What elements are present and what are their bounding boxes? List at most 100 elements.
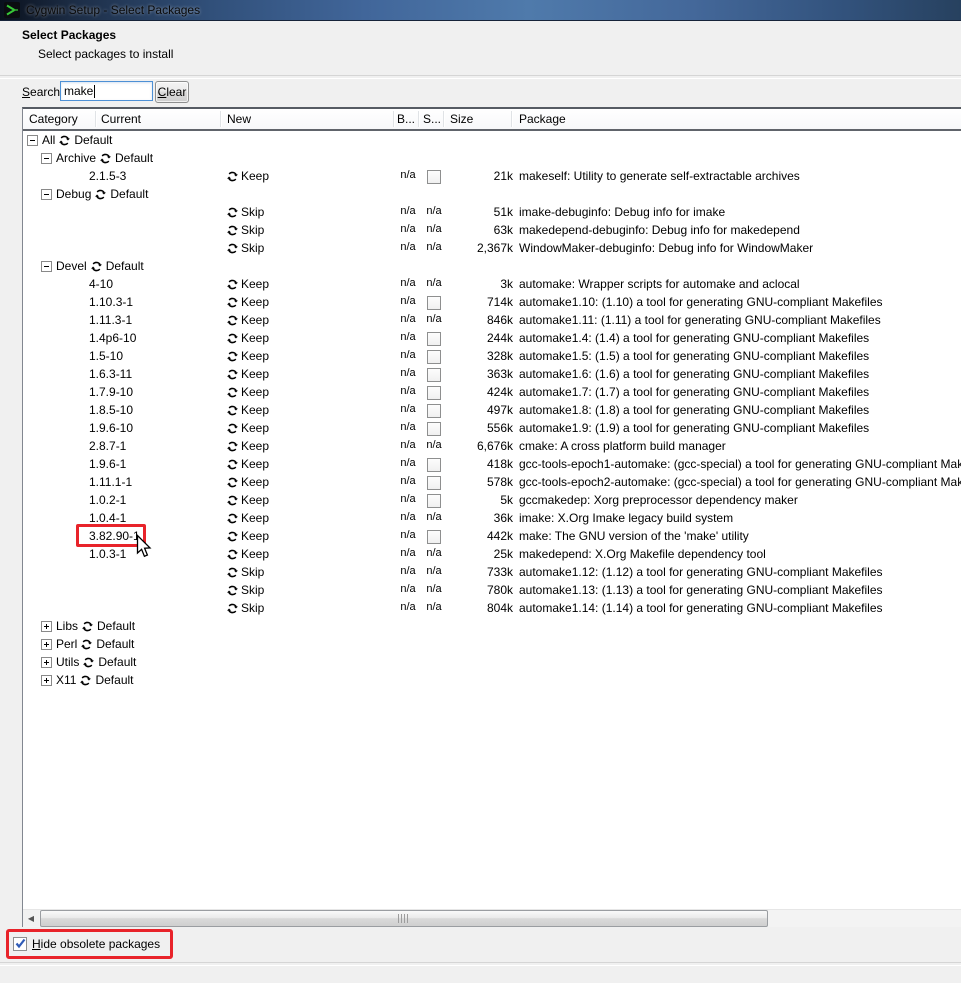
column-header-current[interactable]: Current bbox=[101, 112, 141, 126]
category-action-state[interactable]: Default bbox=[98, 655, 136, 669]
category-row[interactable]: Archive Default bbox=[23, 149, 961, 167]
new-action-cell[interactable]: Keep bbox=[227, 313, 269, 327]
package-row[interactable]: 1.0.4-1 Keep n/a n/a 36k imake: X.Org Im… bbox=[23, 509, 961, 527]
clear-button[interactable]: Clear bbox=[155, 81, 189, 103]
category-row[interactable]: All Default bbox=[23, 131, 961, 149]
spinner-cycle-icon[interactable] bbox=[82, 621, 94, 632]
package-row[interactable]: 1.5-10 Keep n/a 328k automake1.5: (1.5) … bbox=[23, 347, 961, 365]
source-checkbox[interactable] bbox=[427, 404, 441, 418]
hide-obsolete-label[interactable]: Hide obsolete packages bbox=[32, 937, 160, 951]
package-row[interactable]: Skip n/a n/a 51k imake-debuginfo: Debug … bbox=[23, 203, 961, 221]
package-row[interactable]: 1.0.3-1 Keep n/a n/a 25k makedepend: X.O… bbox=[23, 545, 961, 563]
package-row[interactable]: 2.1.5-3 Keep n/a 21k makeself: Utility t… bbox=[23, 167, 961, 185]
package-row[interactable]: 1.6.3-11 Keep n/a 363k automake1.6: (1.6… bbox=[23, 365, 961, 383]
column-header-b[interactable]: B... bbox=[397, 112, 415, 126]
tree-expander-icon[interactable] bbox=[41, 620, 52, 632]
tree-expander-icon[interactable] bbox=[41, 152, 52, 164]
package-row[interactable]: Skip n/a n/a 804k automake1.14: (1.14) a… bbox=[23, 599, 961, 617]
source-checkbox[interactable] bbox=[427, 476, 441, 490]
package-row[interactable]: 1.9.6-10 Keep n/a 556k automake1.9: (1.9… bbox=[23, 419, 961, 437]
category-action-state[interactable]: Default bbox=[110, 187, 148, 201]
package-row[interactable]: 1.11.3-1 Keep n/a n/a 846k automake1.11:… bbox=[23, 311, 961, 329]
category-row[interactable]: Debug Default bbox=[23, 185, 961, 203]
tree-expander-icon[interactable] bbox=[41, 674, 52, 686]
source-checkbox[interactable] bbox=[427, 332, 441, 346]
tree-expander-icon[interactable] bbox=[41, 656, 52, 668]
tree-expander-icon[interactable] bbox=[27, 134, 38, 146]
new-action-cell[interactable]: Skip bbox=[227, 583, 264, 597]
column-header-size[interactable]: Size bbox=[450, 112, 473, 126]
hide-obsolete-checkbox[interactable] bbox=[13, 937, 27, 951]
package-row[interactable]: 1.11.1-1 Keep n/a 578k gcc-tools-epoch2-… bbox=[23, 473, 961, 491]
titlebar[interactable]: Cygwin Setup - Select Packages bbox=[0, 0, 961, 21]
package-row[interactable]: Skip n/a n/a 780k automake1.13: (1.13) a… bbox=[23, 581, 961, 599]
new-action-cell[interactable]: Skip bbox=[227, 241, 264, 255]
column-header-package[interactable]: Package bbox=[519, 112, 566, 126]
package-row[interactable]: 1.4p6-10 Keep n/a 244k automake1.4: (1.4… bbox=[23, 329, 961, 347]
category-row[interactable]: Devel Default bbox=[23, 257, 961, 275]
category-action-state[interactable]: Default bbox=[74, 133, 112, 147]
package-row[interactable]: 4-10 Keep n/a n/a 3k automake: Wrapper s… bbox=[23, 275, 961, 293]
new-action-cell[interactable]: Keep bbox=[227, 331, 269, 345]
new-action-cell[interactable]: Keep bbox=[227, 421, 269, 435]
spinner-cycle-icon[interactable] bbox=[90, 261, 102, 272]
category-action-state[interactable]: Default bbox=[106, 259, 144, 273]
column-header-s[interactable]: S... bbox=[423, 112, 441, 126]
tree-expander-icon[interactable] bbox=[41, 260, 52, 272]
new-action-cell[interactable]: Keep bbox=[227, 277, 269, 291]
spinner-cycle-icon[interactable] bbox=[80, 675, 92, 686]
package-row[interactable]: 1.7.9-10 Keep n/a 424k automake1.7: (1.7… bbox=[23, 383, 961, 401]
new-action-cell[interactable]: Skip bbox=[227, 205, 264, 219]
source-checkbox[interactable] bbox=[427, 494, 441, 508]
new-action-cell[interactable]: Skip bbox=[227, 601, 264, 615]
source-checkbox[interactable] bbox=[427, 368, 441, 382]
package-row[interactable]: Skip n/a n/a 63k makedepend-debuginfo: D… bbox=[23, 221, 961, 239]
new-action-cell[interactable]: Keep bbox=[227, 493, 269, 507]
spinner-cycle-icon[interactable] bbox=[100, 153, 112, 164]
category-action-state[interactable]: Default bbox=[97, 619, 135, 633]
category-action-state[interactable]: Default bbox=[95, 673, 133, 687]
column-header-new[interactable]: New bbox=[227, 112, 251, 126]
package-row[interactable]: Skip n/a n/a 733k automake1.12: (1.12) a… bbox=[23, 563, 961, 581]
scrollbar-thumb[interactable] bbox=[40, 910, 768, 927]
new-action-cell[interactable]: Keep bbox=[227, 349, 269, 363]
new-action-cell[interactable]: Keep bbox=[227, 529, 269, 543]
package-row[interactable]: 1.0.2-1 Keep n/a 5k gccmakedep: Xorg pre… bbox=[23, 491, 961, 509]
new-action-cell[interactable]: Keep bbox=[227, 295, 269, 309]
new-action-cell[interactable]: Keep bbox=[227, 439, 269, 453]
tree-expander-icon[interactable] bbox=[41, 188, 52, 200]
new-action-cell[interactable]: Keep bbox=[227, 547, 269, 561]
category-action-state[interactable]: Default bbox=[96, 637, 134, 651]
spinner-cycle-icon[interactable] bbox=[83, 657, 95, 668]
category-action-state[interactable]: Default bbox=[115, 151, 153, 165]
new-action-cell[interactable]: Keep bbox=[227, 403, 269, 417]
new-action-cell[interactable]: Keep bbox=[227, 367, 269, 381]
source-checkbox[interactable] bbox=[427, 170, 441, 184]
horizontal-scrollbar[interactable]: ◀ bbox=[23, 909, 961, 927]
column-header-category[interactable]: Category bbox=[29, 112, 78, 126]
source-checkbox[interactable] bbox=[427, 386, 441, 400]
source-checkbox[interactable] bbox=[427, 458, 441, 472]
new-action-cell[interactable]: Keep bbox=[227, 475, 269, 489]
tree-expander-icon[interactable] bbox=[41, 638, 52, 650]
category-row[interactable]: Utils Default bbox=[23, 653, 961, 671]
source-checkbox[interactable] bbox=[427, 422, 441, 436]
source-checkbox[interactable] bbox=[427, 530, 441, 544]
scroll-left-arrow-icon[interactable]: ◀ bbox=[23, 910, 39, 926]
spinner-cycle-icon[interactable] bbox=[81, 639, 93, 650]
category-row[interactable]: X11 Default bbox=[23, 671, 961, 689]
package-row[interactable]: 1.10.3-1 Keep n/a 714k automake1.10: (1.… bbox=[23, 293, 961, 311]
package-row[interactable]: Skip n/a n/a 2,367k WindowMaker-debuginf… bbox=[23, 239, 961, 257]
new-action-cell[interactable]: Skip bbox=[227, 223, 264, 237]
new-action-cell[interactable]: Skip bbox=[227, 565, 264, 579]
package-row[interactable]: 2.8.7-1 Keep n/a n/a 6,676k cmake: A cro… bbox=[23, 437, 961, 455]
spinner-cycle-icon[interactable] bbox=[59, 135, 71, 146]
new-action-cell[interactable]: Keep bbox=[227, 457, 269, 471]
package-row[interactable]: 1.9.6-1 Keep n/a 418k gcc-tools-epoch1-a… bbox=[23, 455, 961, 473]
package-row[interactable]: 1.8.5-10 Keep n/a 497k automake1.8: (1.8… bbox=[23, 401, 961, 419]
search-input[interactable]: make bbox=[60, 81, 153, 101]
source-checkbox[interactable] bbox=[427, 296, 441, 310]
category-row[interactable]: Perl Default bbox=[23, 635, 961, 653]
source-checkbox[interactable] bbox=[427, 350, 441, 364]
spinner-cycle-icon[interactable] bbox=[95, 189, 107, 200]
